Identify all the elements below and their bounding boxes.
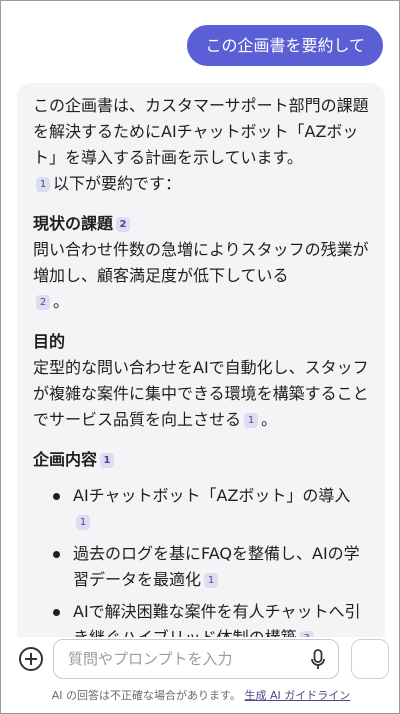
answer-intro-text: この企画書は、カスタマーサポート部門の課題を解決するためにAIチャットボット「A… [33, 96, 369, 167]
plan-bullet-list: AIチャットボット「AZボット」の導入 1 過去のログを基にFAQを整備し、AI… [33, 483, 369, 643]
list-item: 過去のログを基にFAQを整備し、AIの学習データを最適化 1 [53, 541, 369, 593]
citation-badge[interactable]: 1 [36, 177, 50, 192]
section-heading-text: 現状の課題 [33, 214, 114, 233]
section-body: 定型的な問い合わせをAIで自動化し、スタッフが複雑な案件に集中できる環境を構築す… [33, 355, 369, 433]
voice-mode-button[interactable] [351, 639, 389, 679]
section-body-text: 定型的な問い合わせをAIで自動化し、スタッフが複雑な案件に集中できる環境を構築す… [33, 358, 369, 429]
user-message-text: この企画書を要約して [205, 36, 365, 55]
ai-disclaimer: AI の回答は不正確な場合があります。 生成 AI ガイドライン [1, 687, 399, 703]
section-heading-text: 目的 [33, 332, 66, 351]
section-heading: 企画内容 1 [33, 447, 369, 473]
plus-circle-icon[interactable] [19, 647, 43, 671]
citation-badge[interactable]: 1 [204, 573, 219, 588]
answer-intro-tail: 以下が要約です： [53, 174, 182, 193]
list-item: AIチャットボット「AZボット」の導入 1 [53, 483, 369, 535]
answer-intro: この企画書は、カスタマーサポート部門の課題を解決するためにAIチャットボット「A… [33, 93, 369, 197]
citation-badge[interactable]: 1 [100, 453, 115, 468]
citation-badge[interactable]: 2 [116, 217, 131, 232]
app-frame: この企画書を要約して この企画書は、カスタマーサポート部門の課題を解決するために… [0, 0, 400, 714]
section-purpose: 目的 定型的な問い合わせをAIで自動化し、スタッフが複雑な案件に集中できる環境を… [33, 329, 369, 433]
microphone-icon[interactable] [310, 649, 326, 671]
citation-badge[interactable]: 1 [76, 515, 90, 530]
voice-wave-icon [361, 650, 382, 670]
list-item-text: AIチャットボット「AZボット」の導入 [73, 486, 351, 505]
prompt-input-box[interactable] [53, 639, 339, 679]
disclaimer-text: AI の回答は不正確な場合があります。 [51, 689, 241, 702]
citation-badge[interactable]: 2 [36, 295, 50, 310]
user-message-bubble: この企画書を要約して [187, 25, 383, 66]
section-body-text: 問い合わせ件数の急増によりスタッフの残業が増加し、顧客満足度が低下している [33, 240, 369, 285]
section-heading-text: 企画内容 [33, 450, 98, 469]
section-body-tail: 。 [261, 410, 278, 429]
section-heading: 目的 [33, 329, 369, 355]
guideline-link[interactable]: 生成 AI ガイドライン [244, 689, 350, 702]
section-current-issues: 現状の課題 2 問い合わせ件数の急増によりスタッフの残業が増加し、顧客満足度が低下… [33, 211, 369, 315]
citation-badge[interactable]: 1 [244, 413, 259, 428]
section-heading: 現状の課題 2 [33, 211, 369, 237]
section-body: 問い合わせ件数の急増によりスタッフの残業が増加し、顧客満足度が低下している 2。 [33, 237, 369, 315]
section-plan-content: 企画内容 1 AIチャットボット「AZボット」の導入 1 過去のログを基にFAQを… [33, 447, 369, 643]
composer-bar: AI の回答は不正確な場合があります。 生成 AI ガイドライン [1, 637, 399, 713]
prompt-input[interactable] [68, 640, 298, 678]
section-body-tail: 。 [53, 292, 70, 311]
ai-answer-card: この企画書は、カスタマーサポート部門の課題を解決するためにAIチャットボット「A… [17, 83, 385, 643]
